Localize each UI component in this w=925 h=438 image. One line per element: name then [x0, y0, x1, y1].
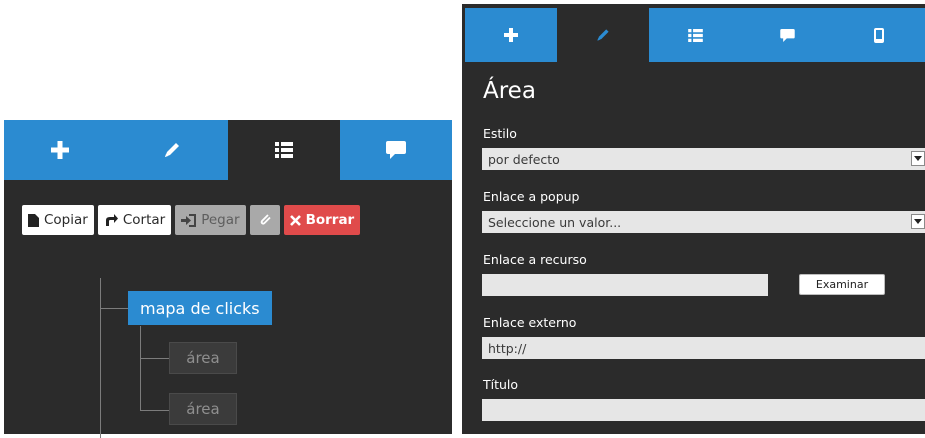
left-panel: Copiar Cortar Pegar Borrar mapa de click… — [4, 120, 452, 438]
plus-icon — [504, 28, 518, 42]
popup-label: Enlace a popup — [483, 189, 580, 204]
style-select-value: por defecto — [488, 151, 560, 167]
tab-add[interactable] — [465, 8, 557, 62]
resource-input[interactable] — [482, 274, 768, 296]
style-select[interactable]: por defecto — [482, 148, 925, 170]
cut-label: Cortar — [122, 212, 166, 228]
tree-node-root[interactable]: mapa de clicks — [128, 291, 272, 325]
divider — [462, 4, 465, 434]
comment-icon — [386, 141, 406, 159]
share-icon — [104, 213, 118, 227]
left-tab-bar — [4, 120, 452, 180]
tab-tree[interactable] — [228, 120, 340, 180]
tree-connector — [140, 358, 169, 359]
chevron-down-icon[interactable] — [911, 214, 925, 229]
tab-comments[interactable] — [340, 120, 452, 180]
style-label: Estilo — [483, 126, 517, 141]
paste-button[interactable]: Pegar — [175, 205, 246, 235]
tab-edit[interactable] — [116, 120, 228, 180]
popup-select[interactable]: Seleccione un valor... — [482, 211, 925, 233]
file-icon — [28, 213, 39, 227]
tab-comments[interactable] — [741, 8, 833, 62]
tab-add[interactable] — [4, 120, 116, 180]
resource-label: Enlace a recurso — [483, 252, 587, 267]
mobile-icon — [874, 27, 884, 43]
close-icon — [289, 214, 301, 226]
copy-label: Copiar — [44, 212, 88, 228]
tree-node-child[interactable]: área — [169, 393, 237, 425]
pencil-icon — [165, 143, 179, 157]
right-panel: Área Estilo por defecto Enlace a popup S… — [458, 4, 925, 434]
tree-node-child[interactable]: área — [169, 342, 237, 374]
popup-select-value: Seleccione un valor... — [488, 214, 622, 230]
browse-button[interactable]: Examinar — [799, 274, 885, 295]
paste-label: Pegar — [201, 212, 240, 228]
tree-toolbar: Copiar Cortar Pegar Borrar — [22, 205, 361, 237]
paperclip-icon — [260, 214, 271, 225]
tree-connector — [140, 326, 141, 411]
delete-label: Borrar — [305, 212, 355, 228]
list-icon — [687, 28, 703, 42]
copy-button[interactable]: Copiar — [22, 205, 94, 235]
comment-icon — [779, 28, 795, 42]
tab-tree[interactable] — [649, 8, 741, 62]
title-input[interactable] — [482, 399, 925, 421]
pencil-icon — [597, 29, 609, 41]
external-link-input[interactable]: http:// — [482, 337, 925, 359]
title-label: Título — [483, 377, 519, 392]
attach-button[interactable] — [249, 205, 280, 235]
plus-icon — [51, 141, 69, 159]
panel-title: Área — [483, 78, 536, 104]
delete-button[interactable]: Borrar — [283, 205, 361, 235]
tab-edit[interactable] — [557, 8, 649, 62]
tree-connector — [100, 308, 128, 309]
list-icon — [275, 142, 293, 158]
chevron-down-icon[interactable] — [911, 151, 925, 166]
tree-connector — [140, 410, 169, 411]
cut-button[interactable]: Cortar — [97, 205, 172, 235]
tree-connector — [100, 278, 101, 438]
login-icon — [181, 213, 197, 227]
tab-mobile[interactable] — [833, 8, 925, 62]
right-tab-bar — [465, 8, 925, 62]
external-link-label: Enlace externo — [483, 315, 577, 330]
